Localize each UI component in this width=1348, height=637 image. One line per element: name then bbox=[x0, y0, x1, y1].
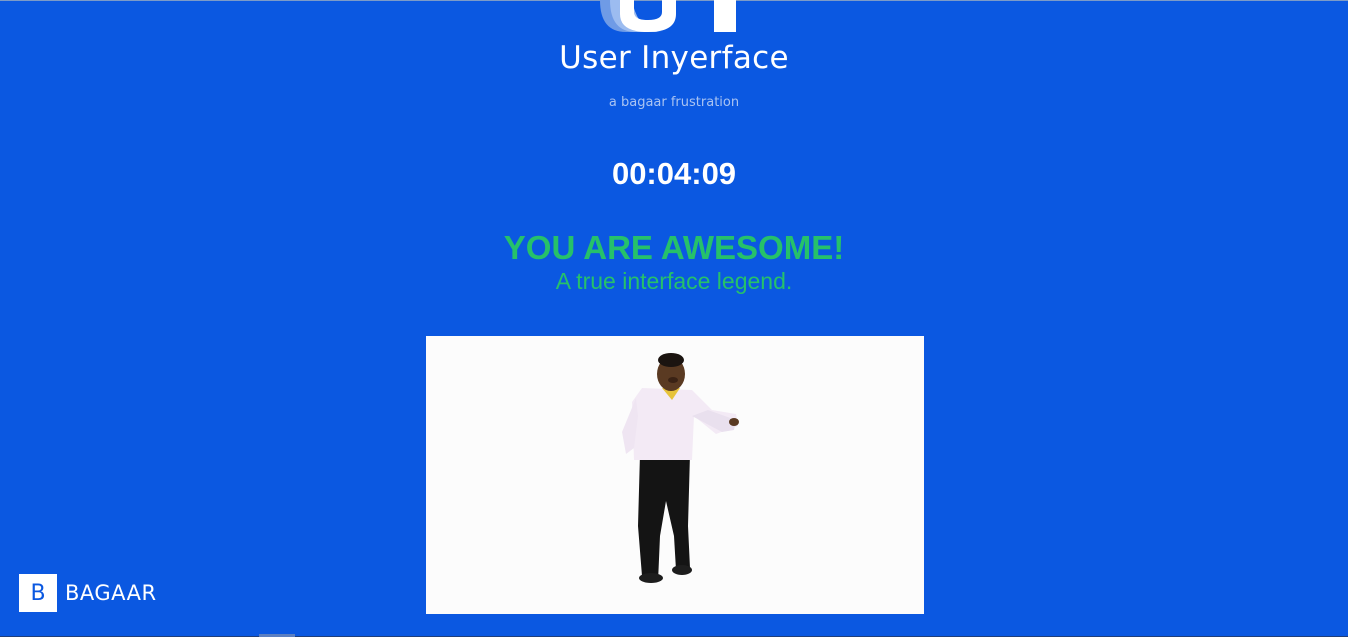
result-headline: YOU ARE AWESOME! bbox=[503, 229, 845, 266]
bagaar-brand-name: BAGAAR bbox=[65, 581, 157, 605]
bagaar-logo-icon: B bbox=[19, 574, 57, 612]
celebration-image bbox=[426, 336, 924, 614]
app-title: User Inyerface bbox=[559, 40, 789, 76]
elapsed-timer: 00:04:09 bbox=[611, 156, 737, 191]
ui-logo-icon bbox=[600, 0, 736, 32]
bagaar-brand[interactable]: B BAGAAR bbox=[19, 574, 157, 612]
app-subtitle: a bagaar frustration bbox=[608, 95, 740, 110]
dancing-man-gif bbox=[622, 353, 739, 583]
result-subline: A true interface legend. bbox=[555, 268, 793, 294]
